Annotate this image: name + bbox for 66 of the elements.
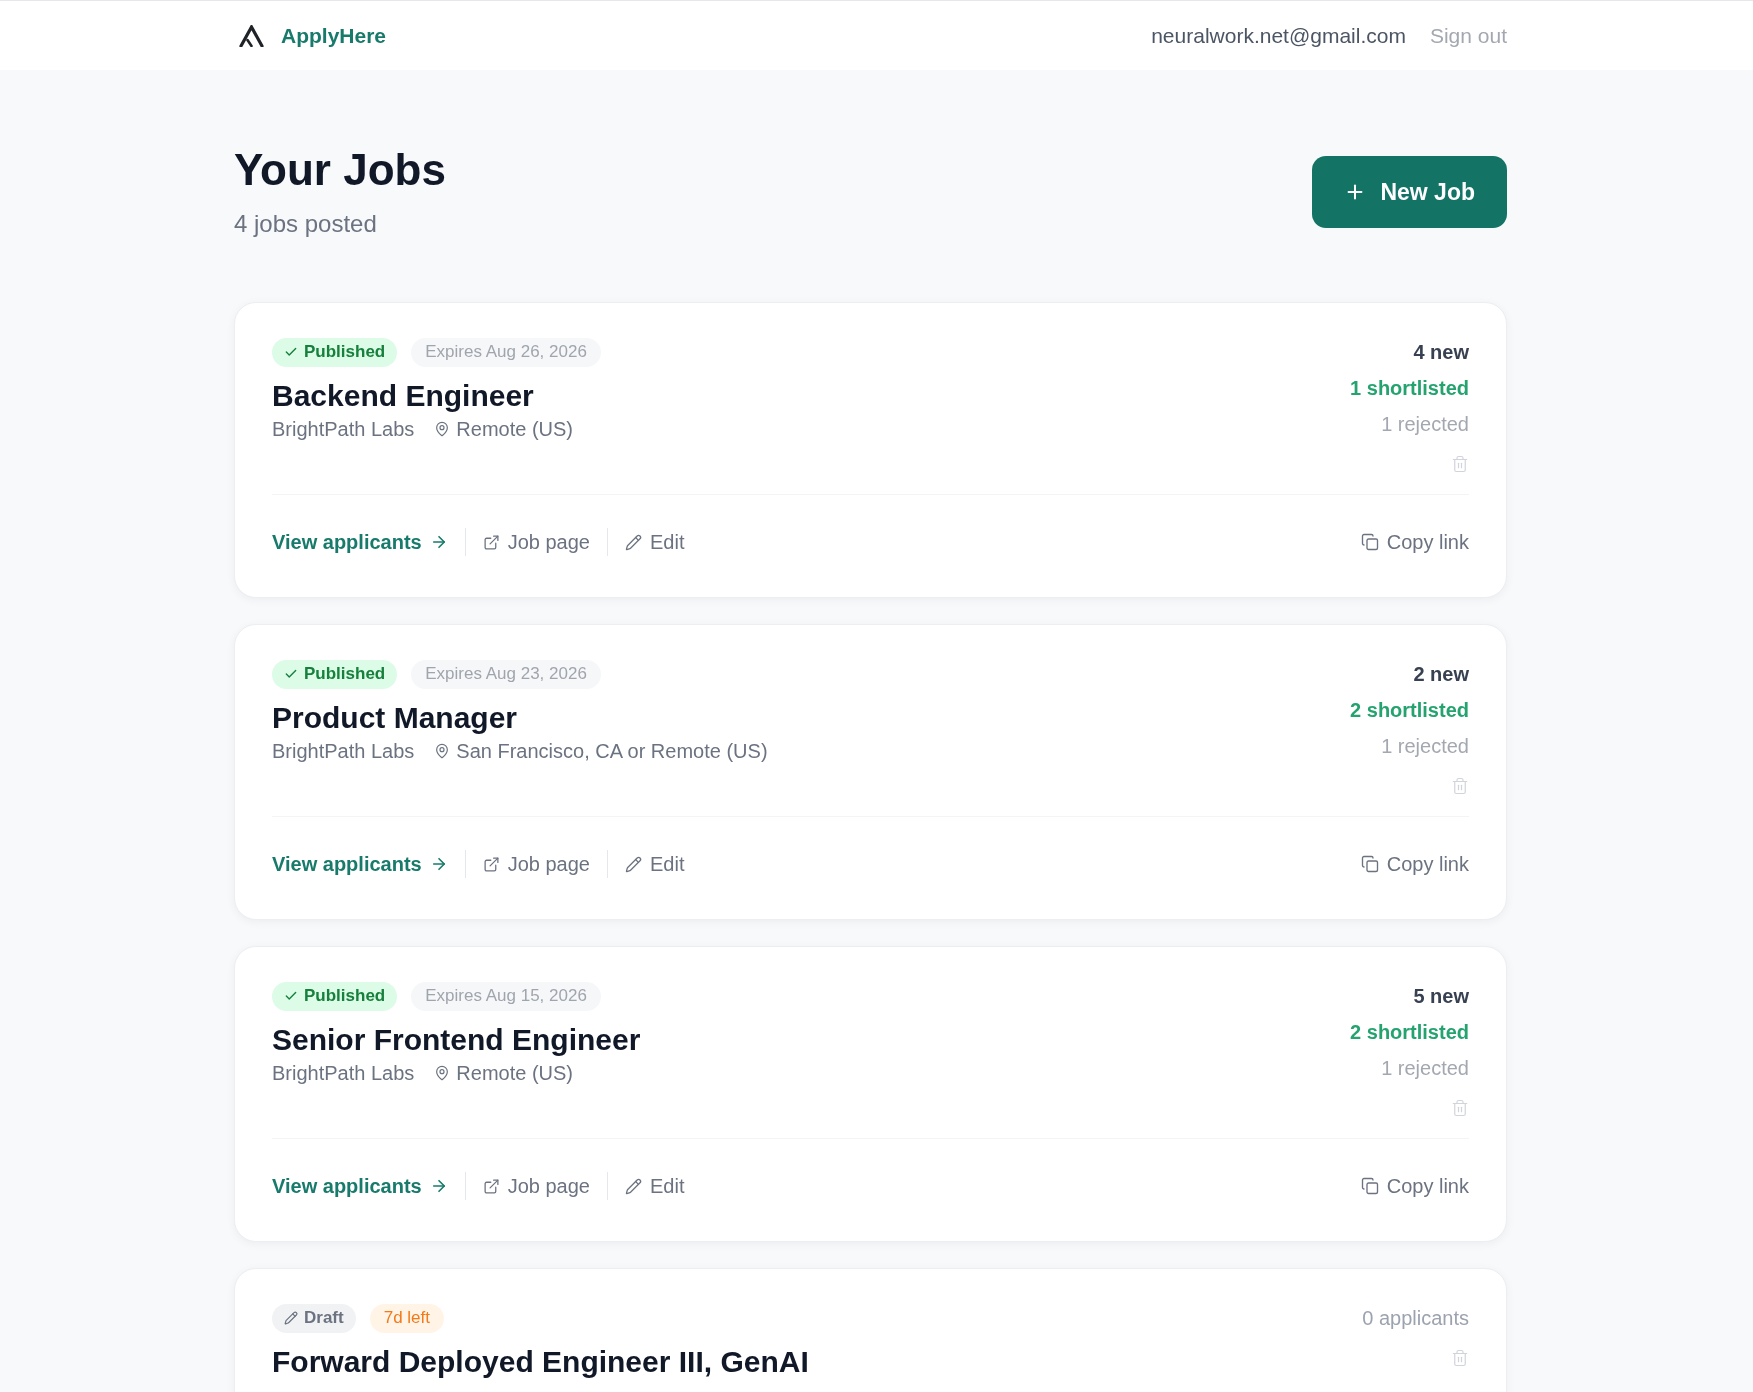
status-label: Draft bbox=[304, 1307, 344, 1330]
page-title: Your Jobs bbox=[234, 144, 446, 196]
check-icon bbox=[284, 989, 298, 1003]
job-title: Senior Frontend Engineer bbox=[272, 1022, 641, 1058]
pencil-icon bbox=[625, 533, 642, 551]
location-pin-icon bbox=[434, 421, 451, 437]
job-location: Remote (US) bbox=[456, 417, 574, 442]
company-name: BrightPath Labs bbox=[272, 417, 415, 442]
expiry-date-badge: Expires Aug 23, 2026 bbox=[411, 659, 601, 689]
status-label: Published bbox=[304, 985, 386, 1008]
external-link-icon bbox=[482, 1177, 500, 1195]
check-icon bbox=[284, 667, 298, 681]
logo-icon bbox=[239, 24, 264, 47]
rejected-count: 1 rejected bbox=[1381, 734, 1469, 759]
expiry-date-badge: Expires Aug 15, 2026 bbox=[411, 981, 601, 1011]
external-link-icon bbox=[482, 533, 500, 551]
copy-link-button[interactable]: Copy link bbox=[1360, 850, 1469, 878]
new-count: 5 new bbox=[1413, 984, 1469, 1009]
copy-link-button[interactable]: Copy link bbox=[1360, 528, 1469, 556]
view-applicants-link[interactable]: View applicants bbox=[272, 1172, 448, 1200]
shortlisted-count: 2 shortlisted bbox=[1350, 698, 1469, 723]
trash-icon[interactable] bbox=[1451, 1099, 1469, 1117]
time-left-badge: 7d left bbox=[369, 1303, 444, 1333]
company-name: BrightPath Labs bbox=[272, 1061, 415, 1086]
account-email: neuralwork.net@gmail.com bbox=[1151, 22, 1406, 49]
company-name: BrightPath Labs bbox=[272, 739, 415, 764]
brand-name[interactable]: ApplyHere bbox=[281, 19, 387, 52]
job-page-link[interactable]: Job page bbox=[482, 528, 590, 556]
edit-link[interactable]: Edit bbox=[625, 850, 685, 878]
edit-link[interactable]: Edit bbox=[625, 528, 685, 556]
view-applicants-link[interactable]: View applicants bbox=[272, 528, 448, 556]
edit-link[interactable]: Edit bbox=[625, 1172, 685, 1200]
trash-icon[interactable] bbox=[1451, 455, 1469, 473]
rejected-count: 1 rejected bbox=[1381, 1056, 1469, 1081]
status-label: Published bbox=[304, 341, 386, 364]
copy-icon bbox=[1360, 533, 1379, 551]
job-title: Forward Deployed Engineer III, GenAI bbox=[272, 1344, 809, 1380]
applicant-count: 0 applicants bbox=[1362, 1306, 1469, 1331]
jobs-count: 4 jobs posted bbox=[234, 209, 378, 239]
pencil-icon bbox=[625, 855, 642, 873]
view-applicants-link[interactable]: View applicants bbox=[272, 850, 448, 878]
expiry-date-badge: Expires Aug 26, 2026 bbox=[411, 337, 601, 367]
job-page-link[interactable]: Job page bbox=[482, 850, 590, 878]
job-page-link[interactable]: Job page bbox=[482, 1172, 590, 1200]
shortlisted-count: 1 shortlisted bbox=[1350, 376, 1469, 401]
rejected-count: 1 rejected bbox=[1381, 412, 1469, 437]
copy-icon bbox=[1360, 1177, 1379, 1195]
new-job-button[interactable]: New Job bbox=[1312, 156, 1507, 228]
job-title: Product Manager bbox=[272, 700, 519, 736]
copy-icon bbox=[1360, 855, 1379, 873]
new-count: 4 new bbox=[1413, 340, 1469, 365]
external-link-icon bbox=[482, 855, 500, 873]
location-pin-icon bbox=[434, 743, 451, 759]
pencil-icon bbox=[625, 1177, 642, 1195]
job-location: San Francisco, CA or Remote (US) bbox=[456, 739, 768, 764]
trash-icon[interactable] bbox=[1451, 1349, 1469, 1367]
check-icon bbox=[284, 345, 298, 359]
job-location: Remote (US) bbox=[456, 1061, 574, 1086]
location-pin-icon bbox=[434, 1065, 451, 1081]
new-count: 2 new bbox=[1413, 662, 1469, 687]
pencil-icon bbox=[284, 1311, 298, 1325]
job-title: Backend Engineer bbox=[272, 378, 535, 414]
trash-icon[interactable] bbox=[1451, 777, 1469, 795]
shortlisted-count: 2 shortlisted bbox=[1350, 1020, 1469, 1045]
status-label: Published bbox=[304, 663, 386, 686]
copy-link-button[interactable]: Copy link bbox=[1360, 1172, 1469, 1200]
